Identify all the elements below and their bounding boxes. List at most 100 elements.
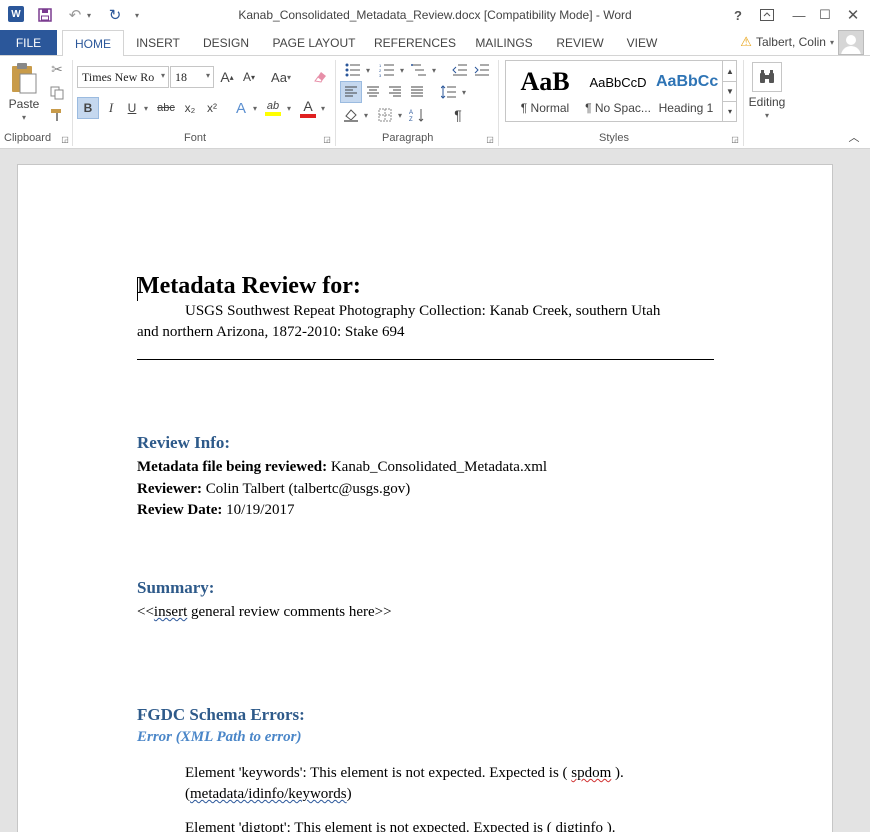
font-launcher-icon[interactable]: ◲ <box>322 134 332 144</box>
align-center-button[interactable] <box>362 81 384 103</box>
review-date-label: Review Date: <box>137 502 223 518</box>
tab-home[interactable]: HOME <box>62 30 124 56</box>
bold-button[interactable]: B <box>77 97 99 119</box>
font-color-dropdown-icon[interactable]: ▾ <box>319 102 327 114</box>
underline-button[interactable]: U <box>124 97 140 119</box>
divider <box>498 60 499 146</box>
superscript-button[interactable]: x² <box>202 97 222 119</box>
style-sample: AaB <box>520 67 570 96</box>
document-page[interactable]: Metadata Review for: USGS Southwest Repe… <box>17 164 833 832</box>
line-spacing-icon[interactable] <box>438 81 460 103</box>
reviewer-value: Colin Talbert (talbertc@usgs.gov) <box>201 481 411 497</box>
borders-icon[interactable] <box>374 105 396 125</box>
style-sample: AaBbCcD <box>589 75 647 90</box>
tab-page-layout[interactable]: PAGE LAYOUT <box>268 30 360 55</box>
show-formatting-icon[interactable]: ¶ <box>448 105 468 125</box>
font-name-box[interactable]: Times New Ro ▾ <box>77 66 169 88</box>
multilevel-dropdown-icon[interactable]: ▾ <box>430 64 438 76</box>
binoculars-icon[interactable] <box>752 62 782 92</box>
error-2-text: Element 'digtopt': This element is not e… <box>185 818 725 832</box>
underline-dropdown-icon[interactable]: ▾ <box>142 102 150 114</box>
save-icon[interactable] <box>36 6 54 24</box>
borders-dropdown-icon[interactable]: ▾ <box>396 109 404 121</box>
clipboard-launcher-icon[interactable]: ◲ <box>60 134 70 144</box>
error-1-text: Element 'keywords': This element is not … <box>185 765 624 781</box>
highlight-icon[interactable]: ab <box>262 97 284 119</box>
numbering-dropdown-icon[interactable]: ▾ <box>398 64 406 76</box>
grammar-flag: insert <box>153 604 188 620</box>
paste-button[interactable]: Paste <box>6 96 42 112</box>
repeat-icon[interactable]: ↻ <box>106 6 124 24</box>
metadata-file-line: Metadata file being reviewed: Kanab_Cons… <box>137 457 547 478</box>
grow-font-icon[interactable]: A ▴ <box>218 68 236 86</box>
grammar-flag: metadata/idinfo/keywords <box>190 786 347 802</box>
editing-dropdown-icon[interactable]: ▾ <box>761 110 773 120</box>
tab-design[interactable]: DESIGN <box>198 30 254 55</box>
tab-insert[interactable]: INSERT <box>130 30 186 55</box>
shading-icon[interactable] <box>340 105 362 125</box>
sort-icon[interactable]: AZ <box>406 105 428 125</box>
tab-view[interactable]: VIEW <box>620 30 664 55</box>
increase-indent-icon[interactable] <box>472 60 492 80</box>
file-value: Kanab_Consolidated_Metadata.xml <box>327 459 548 475</box>
decrease-indent-icon[interactable] <box>450 60 470 80</box>
bullets-dropdown-icon[interactable]: ▾ <box>364 64 372 76</box>
paste-dropdown-icon[interactable]: ▾ <box>18 112 30 122</box>
copy-icon[interactable] <box>48 84 66 102</box>
editing-button[interactable]: Editing <box>744 94 790 110</box>
line-spacing-dropdown-icon[interactable]: ▾ <box>460 86 468 98</box>
text-effects-dropdown-icon[interactable]: ▾ <box>251 102 259 114</box>
tab-references[interactable]: REFERENCES <box>374 30 456 55</box>
file-label: Metadata file being reviewed: <box>137 459 328 475</box>
warning-icon: ⚠ <box>740 34 752 49</box>
review-info-heading: Review Info: <box>137 433 231 452</box>
minimize-button[interactable]: — <box>790 6 808 24</box>
tab-file[interactable]: FILE <box>0 30 57 55</box>
maximize-button[interactable]: ☐ <box>816 6 834 24</box>
tab-review[interactable]: REVIEW <box>552 30 608 55</box>
subscript-button[interactable]: x₂ <box>180 97 200 119</box>
word-app-icon[interactable]: W <box>8 6 24 22</box>
cut-icon[interactable]: ✂ <box>48 60 66 78</box>
italic-button[interactable]: I <box>102 97 120 119</box>
styles-launcher-icon[interactable]: ◲ <box>730 134 740 144</box>
style-no-spacing[interactable]: AaBbCcD ¶ No Spac... <box>580 61 656 121</box>
close-button[interactable]: ✕ <box>844 6 862 24</box>
avatar[interactable] <box>838 30 864 55</box>
align-left-button[interactable] <box>340 81 362 103</box>
style-normal[interactable]: AaB ¶ Normal <box>510 61 580 121</box>
ribbon-display-options-icon[interactable] <box>758 6 776 24</box>
numbering-icon[interactable]: 123 <box>376 60 398 80</box>
help-icon[interactable]: ? <box>730 6 746 24</box>
paste-icon[interactable] <box>8 60 40 96</box>
shading-dropdown-icon[interactable]: ▾ <box>362 109 370 121</box>
clipboard-group-label: Clipboard <box>4 132 52 144</box>
styles-scroll-down-icon[interactable]: ▼ <box>722 81 737 101</box>
justify-button[interactable] <box>406 81 428 103</box>
change-case-icon[interactable]: Aa ▾ <box>268 68 294 86</box>
clear-formatting-icon[interactable] <box>310 68 330 86</box>
highlight-dropdown-icon[interactable]: ▾ <box>285 102 293 114</box>
multilevel-list-icon[interactable] <box>408 60 430 80</box>
strikethrough-button[interactable]: abc <box>154 97 178 119</box>
undo-dropdown-icon[interactable]: ▾ <box>84 6 94 24</box>
font-size-box[interactable]: 18 ▾ <box>170 66 214 88</box>
document-title: Metadata Review for: <box>137 273 361 299</box>
align-right-button[interactable] <box>384 81 406 103</box>
svg-text:A: A <box>409 110 413 116</box>
styles-scroll-up-icon[interactable]: ▲ <box>722 61 737 81</box>
tab-mailings[interactable]: MAILINGS <box>470 30 538 55</box>
style-heading-1[interactable]: AaBbCc Heading 1 <box>656 61 718 121</box>
shrink-font-icon[interactable]: A ▾ <box>240 68 258 86</box>
spelling-flag: digtinfo <box>555 820 603 832</box>
customize-quick-access-icon[interactable]: ▾ <box>132 6 142 24</box>
undo-icon[interactable]: ↶ <box>66 6 84 24</box>
styles-more-icon[interactable]: ▾ <box>722 101 737 121</box>
font-color-icon[interactable]: A <box>298 97 318 119</box>
bullets-icon[interactable] <box>342 60 364 80</box>
format-painter-icon[interactable] <box>48 106 66 124</box>
user-account[interactable]: ⚠ Talbert, Colin ▾ <box>740 34 834 50</box>
collapse-ribbon-icon[interactable]: ︿ <box>846 130 862 144</box>
text-effects-icon[interactable]: A <box>232 97 250 119</box>
paragraph-launcher-icon[interactable]: ◲ <box>485 134 495 144</box>
